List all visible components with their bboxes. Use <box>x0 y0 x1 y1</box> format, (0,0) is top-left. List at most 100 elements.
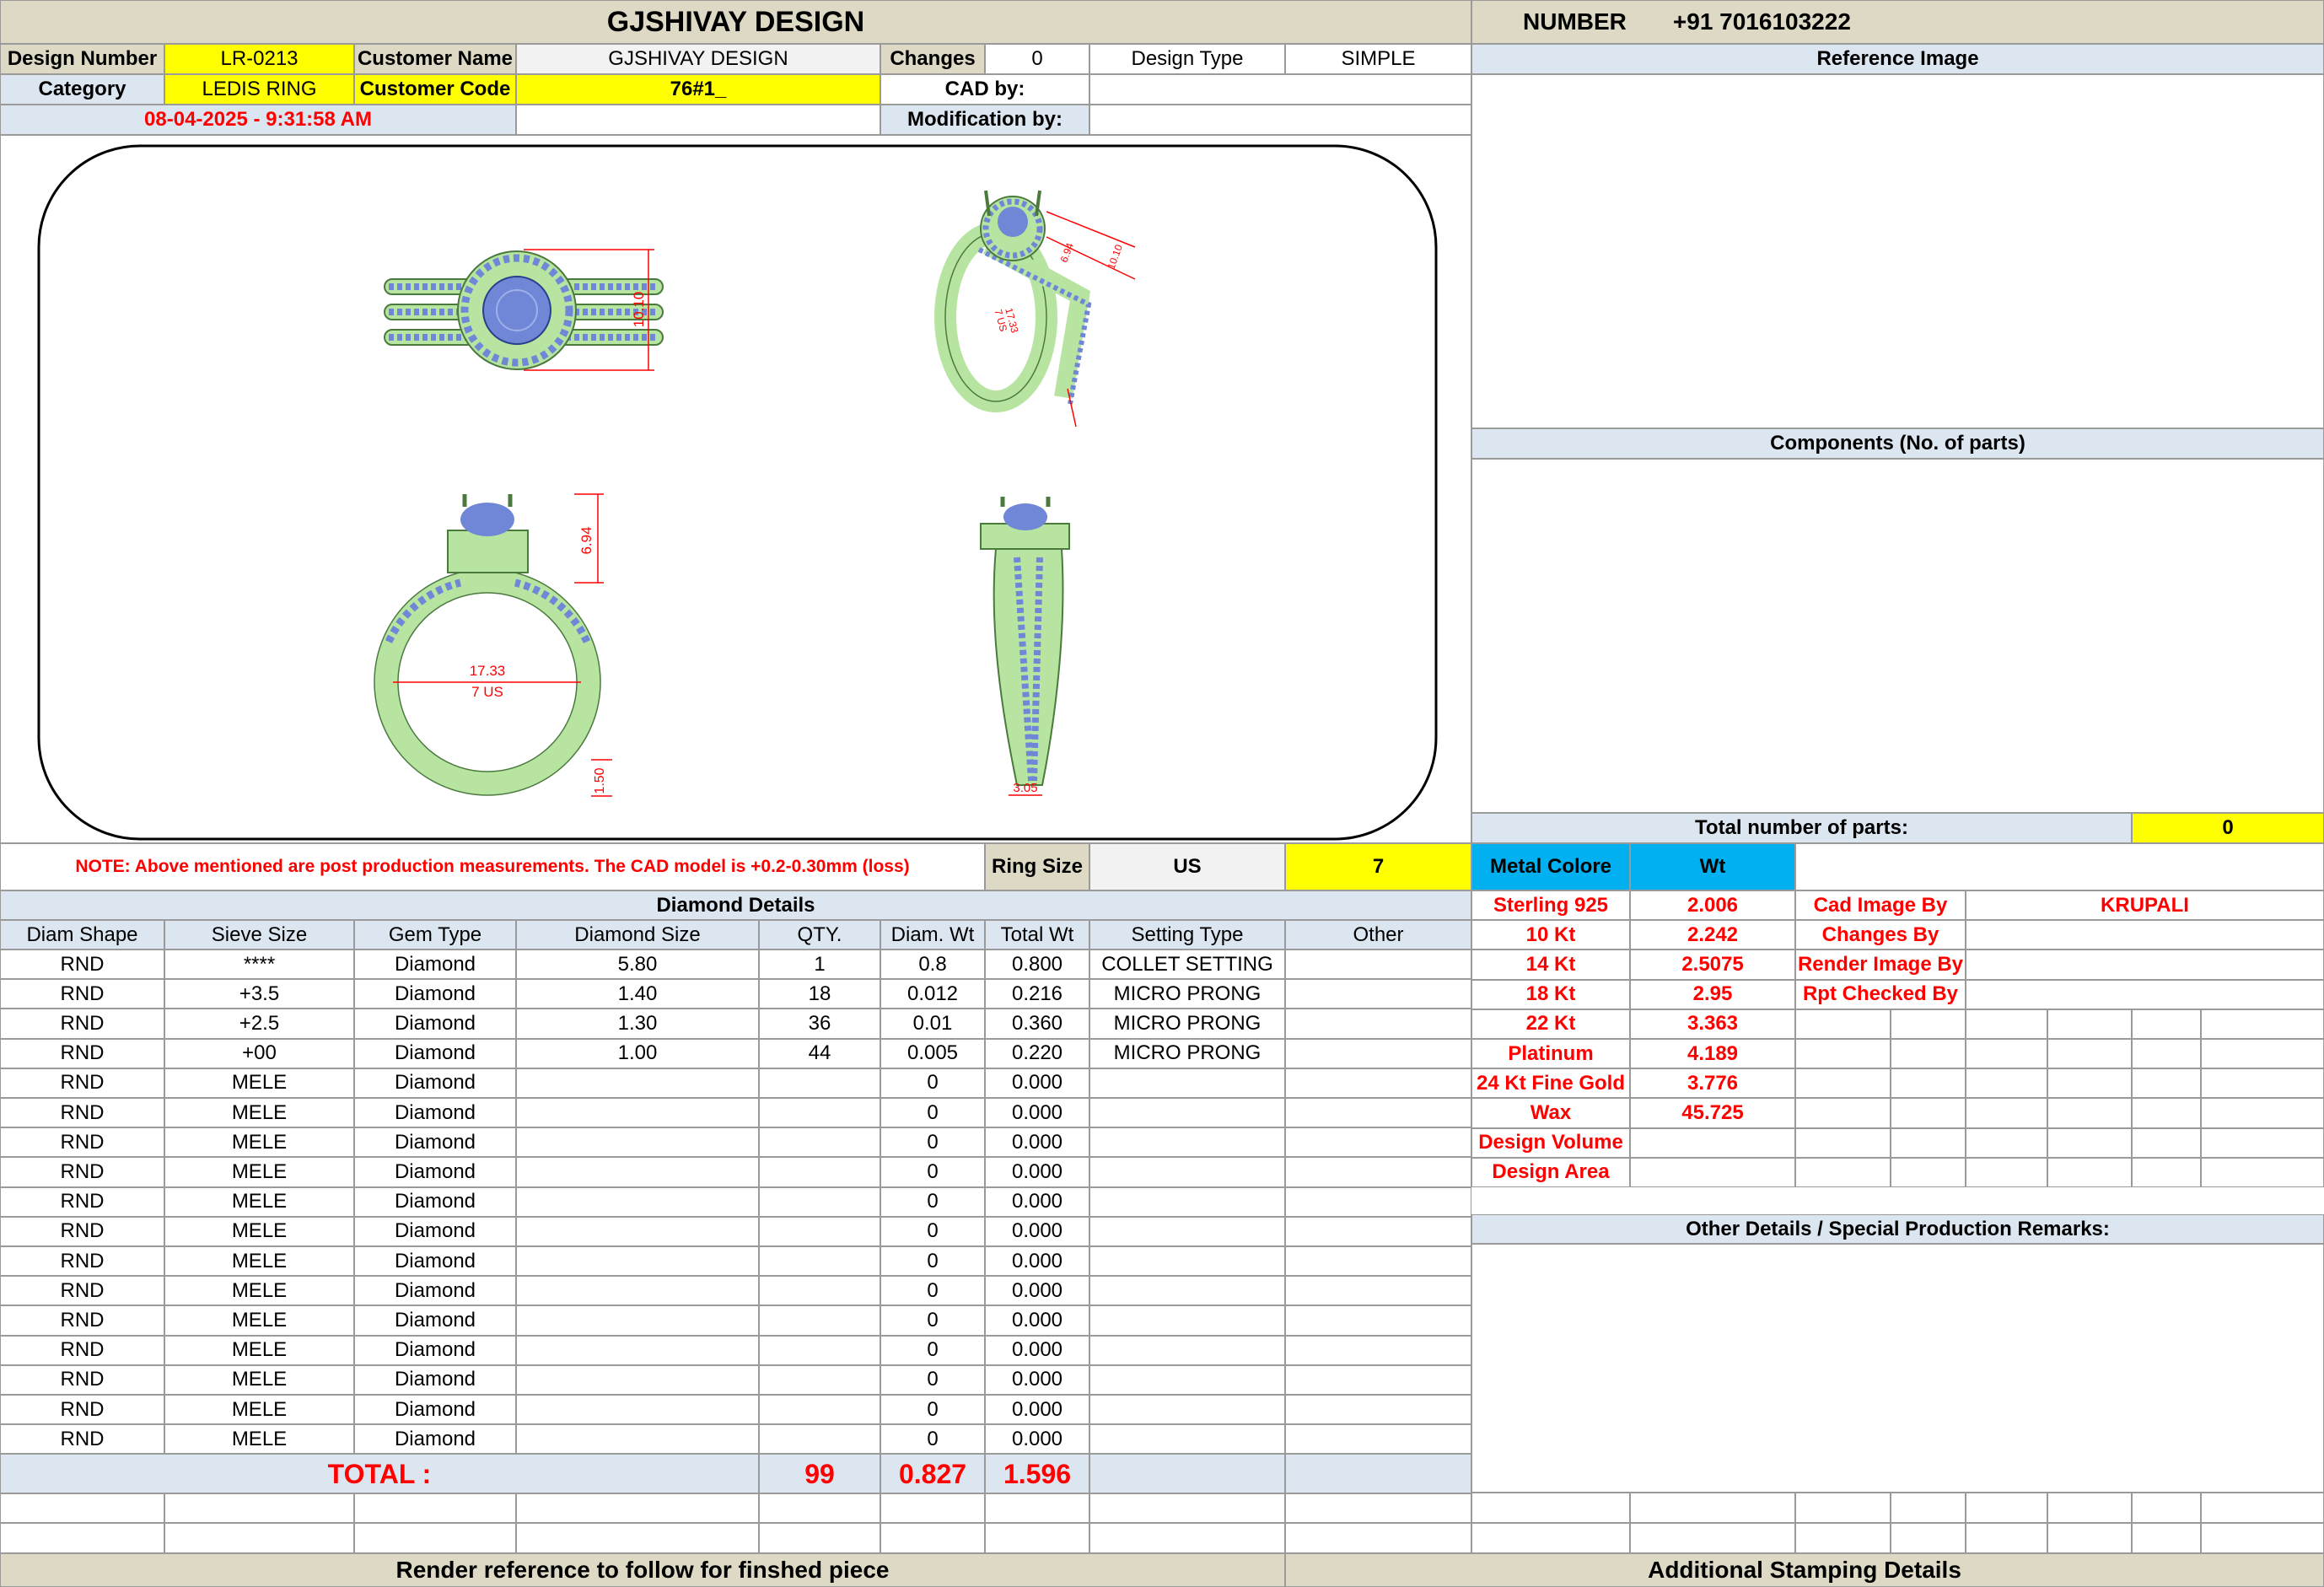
grid-cell[interactable] <box>1966 1127 2047 1158</box>
grid-cell[interactable] <box>2201 1068 2324 1099</box>
diamond-cell-other[interactable] <box>1285 1335 1471 1365</box>
diamond-cell-qty[interactable]: 1 <box>759 950 880 980</box>
diamond-cell-gem[interactable]: Diamond <box>354 950 516 980</box>
diamond-cell-qty[interactable] <box>759 1424 880 1455</box>
grid-cell[interactable] <box>1795 1009 1891 1039</box>
diamond-cell-diam-wt[interactable]: 0 <box>880 1305 985 1336</box>
diamond-cell-setting[interactable] <box>1089 1216 1285 1246</box>
grid-cell[interactable] <box>1966 1068 2047 1099</box>
diamond-cell-diam-wt[interactable]: 0 <box>880 1246 985 1277</box>
blank-cell[interactable] <box>1891 1493 1966 1523</box>
diamond-cell-gem[interactable]: Diamond <box>354 1186 516 1217</box>
grid-cell[interactable] <box>1891 1127 1966 1158</box>
diamond-cell-setting[interactable]: MICRO PRONG <box>1089 1038 1285 1068</box>
diamond-cell-sieve[interactable]: +3.5 <box>164 979 354 1009</box>
credit-value[interactable]: KRUPALI <box>1966 890 2324 921</box>
diamond-cell-qty[interactable] <box>759 1157 880 1187</box>
diamond-cell-setting[interactable] <box>1089 1127 1285 1158</box>
diamond-cell-size[interactable] <box>516 1364 759 1395</box>
cad-by-value[interactable] <box>1089 74 1471 105</box>
grid-cell[interactable] <box>1795 1098 1891 1128</box>
diamond-cell-shape[interactable]: RND <box>0 1068 164 1098</box>
diamond-cell-diam-wt[interactable]: 0 <box>880 1068 985 1098</box>
credit-value[interactable] <box>1966 979 2324 1009</box>
diamond-cell-shape[interactable]: RND <box>0 1305 164 1336</box>
metal-weight[interactable] <box>1630 1127 1795 1158</box>
grid-cell[interactable] <box>1891 1157 1966 1187</box>
grid-cell[interactable] <box>1795 1039 1891 1069</box>
blank-cell[interactable] <box>985 1493 1089 1523</box>
diamond-cell-other[interactable] <box>1285 1395 1471 1425</box>
diamond-cell-shape[interactable]: RND <box>0 1098 164 1128</box>
blank-cell[interactable] <box>2047 1523 2132 1553</box>
diamond-cell-gem[interactable]: Diamond <box>354 1216 516 1246</box>
diamond-cell-size[interactable] <box>516 1335 759 1365</box>
metal-weight[interactable]: 3.363 <box>1630 1009 1795 1039</box>
diamond-cell-total-wt[interactable]: 0.000 <box>985 1335 1089 1365</box>
diamond-cell-setting[interactable]: MICRO PRONG <box>1089 1009 1285 1039</box>
diamond-cell-sieve[interactable]: MELE <box>164 1424 354 1455</box>
modification-by-value[interactable] <box>1089 105 1471 135</box>
grid-cell[interactable] <box>2201 1009 2324 1039</box>
grid-cell[interactable] <box>2132 1009 2201 1039</box>
diamond-cell-gem[interactable]: Diamond <box>354 1038 516 1068</box>
diamond-cell-total-wt[interactable]: 0.220 <box>985 1038 1089 1068</box>
diamond-cell-size[interactable] <box>516 1186 759 1217</box>
diamond-cell-shape[interactable]: RND <box>0 1038 164 1068</box>
diamond-cell-sieve[interactable]: MELE <box>164 1068 354 1098</box>
ring-size-value[interactable]: 7 <box>1285 843 1471 890</box>
diamond-cell-gem[interactable]: Diamond <box>354 1246 516 1277</box>
grid-cell[interactable] <box>2047 1009 2132 1039</box>
diamond-cell-diam-wt[interactable]: 0.012 <box>880 979 985 1009</box>
diamond-cell-shape[interactable]: RND <box>0 950 164 980</box>
diamond-cell-gem[interactable]: Diamond <box>354 1157 516 1187</box>
diamond-cell-sieve[interactable]: MELE <box>164 1186 354 1217</box>
diamond-cell-setting[interactable] <box>1089 1157 1285 1187</box>
metal-weight[interactable]: 2.95 <box>1630 979 1795 1009</box>
blank-cell[interactable] <box>516 1493 759 1523</box>
diamond-cell-shape[interactable]: RND <box>0 979 164 1009</box>
design-type-value[interactable]: SIMPLE <box>1285 44 1471 74</box>
metal-weight[interactable]: 45.725 <box>1630 1098 1795 1128</box>
diamond-cell-setting[interactable] <box>1089 1395 1285 1425</box>
diamond-cell-qty[interactable] <box>759 1068 880 1098</box>
grid-cell[interactable] <box>2132 1127 2201 1158</box>
diamond-cell-setting[interactable] <box>1089 1364 1285 1395</box>
grid-cell[interactable] <box>1966 1009 2047 1039</box>
metal-weight[interactable]: 2.006 <box>1630 890 1795 921</box>
blank-cell[interactable] <box>1630 1523 1795 1553</box>
grid-cell[interactable] <box>1891 1009 1966 1039</box>
diamond-cell-other[interactable] <box>1285 1127 1471 1158</box>
diamond-cell-total-wt[interactable]: 0.000 <box>985 1157 1089 1187</box>
diamond-cell-diam-wt[interactable]: 0 <box>880 1098 985 1128</box>
blank-cell[interactable] <box>1285 1493 1471 1523</box>
diamond-cell-size[interactable] <box>516 1216 759 1246</box>
diamond-cell-diam-wt[interactable]: 0 <box>880 1424 985 1455</box>
diamond-cell-total-wt[interactable]: 0.000 <box>985 1098 1089 1128</box>
grid-cell[interactable] <box>1795 1127 1891 1158</box>
diamond-cell-qty[interactable] <box>759 1098 880 1128</box>
diamond-cell-setting[interactable] <box>1089 1186 1285 1217</box>
diamond-cell-size[interactable] <box>516 1157 759 1187</box>
diamond-cell-sieve[interactable]: **** <box>164 950 354 980</box>
diamond-cell-qty[interactable] <box>759 1186 880 1217</box>
diamond-cell-shape[interactable]: RND <box>0 1335 164 1365</box>
diamond-cell-sieve[interactable]: MELE <box>164 1335 354 1365</box>
blank-cell[interactable] <box>1795 1523 1891 1553</box>
blank-cell[interactable] <box>2201 1523 2324 1553</box>
diamond-cell-size[interactable] <box>516 1424 759 1455</box>
grid-cell[interactable] <box>2201 1039 2324 1069</box>
diamond-cell-other[interactable] <box>1285 1009 1471 1039</box>
grid-cell[interactable] <box>1891 1098 1966 1128</box>
grid-cell[interactable] <box>2201 1157 2324 1187</box>
grid-cell[interactable] <box>2132 1098 2201 1128</box>
diamond-cell-gem[interactable]: Diamond <box>354 1364 516 1395</box>
diamond-cell-other[interactable] <box>1285 1068 1471 1098</box>
diamond-cell-setting[interactable] <box>1089 1424 1285 1455</box>
diamond-cell-sieve[interactable]: MELE <box>164 1098 354 1128</box>
diamond-cell-gem[interactable]: Diamond <box>354 1424 516 1455</box>
credit-value[interactable] <box>1966 950 2324 980</box>
diamond-cell-setting[interactable]: COLLET SETTING <box>1089 950 1285 980</box>
diamond-cell-qty[interactable] <box>759 1127 880 1158</box>
diamond-cell-diam-wt[interactable]: 0 <box>880 1335 985 1365</box>
